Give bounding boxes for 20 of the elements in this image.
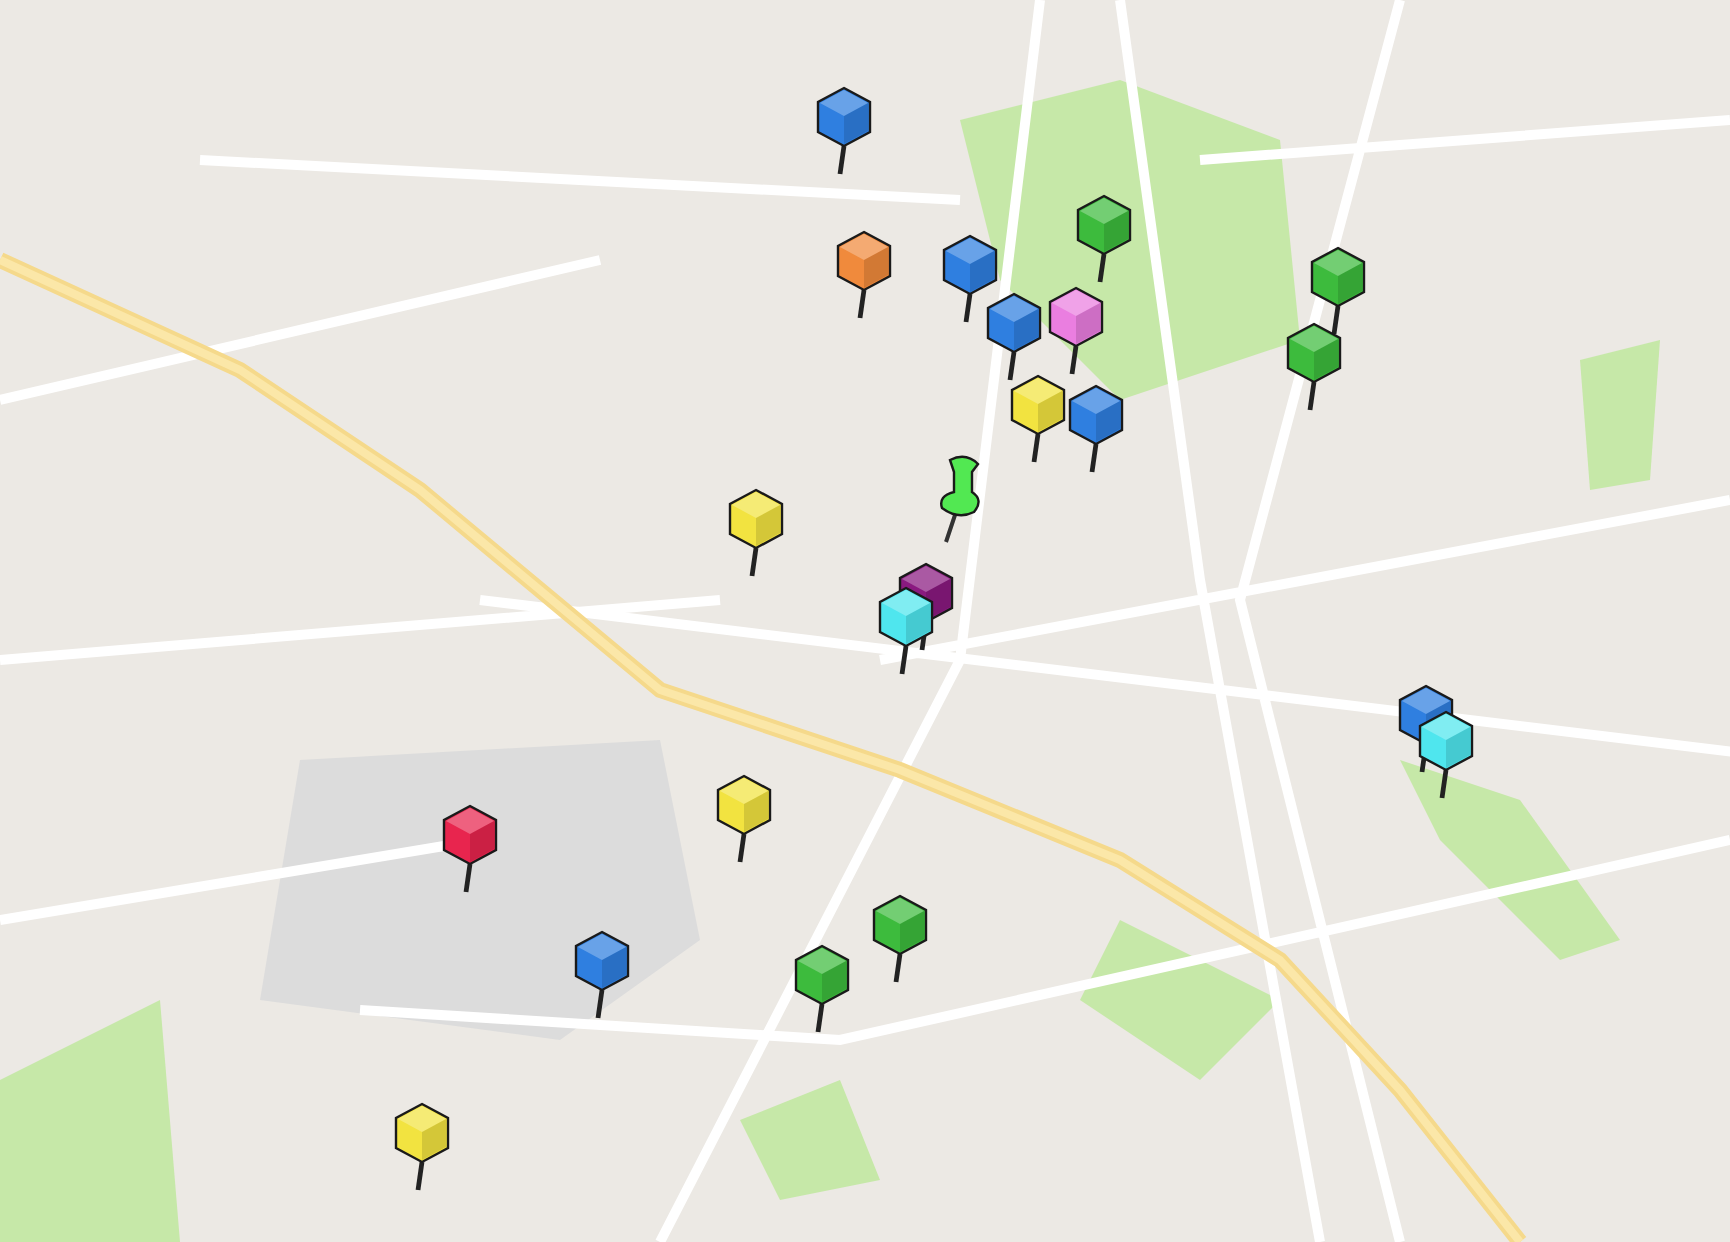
map-pin[interactable] [1308,244,1368,336]
map-pin[interactable] [1046,284,1106,376]
map-pin[interactable] [1066,382,1126,474]
map-pin[interactable] [814,84,874,176]
map-pin[interactable] [1008,372,1068,464]
map-pin[interactable] [1074,192,1134,284]
map-pin[interactable] [440,802,500,894]
map-pin[interactable] [984,290,1044,382]
map-pin[interactable] [876,584,936,676]
map-pin[interactable] [834,228,894,320]
map-pin[interactable] [714,772,774,864]
map-pin[interactable] [940,232,1000,324]
map-pin[interactable] [792,942,852,1034]
map-pin[interactable] [726,486,786,578]
map-pin[interactable] [1416,708,1476,800]
map-pin[interactable] [870,892,930,984]
map-pin[interactable] [572,928,632,1020]
map-pin[interactable] [392,1100,452,1192]
map-pin[interactable] [1284,320,1344,412]
park-area [740,1080,880,1200]
